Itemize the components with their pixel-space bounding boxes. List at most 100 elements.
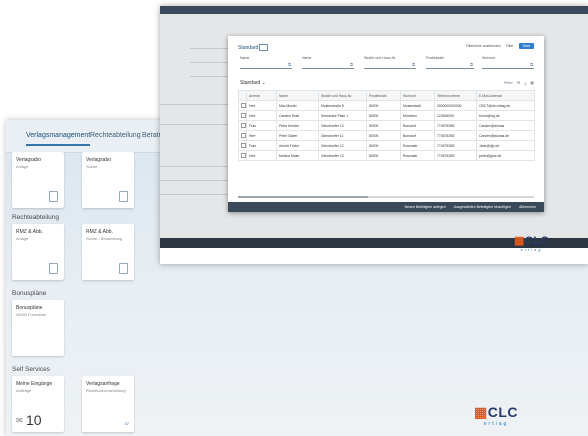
table-cell: Herr bbox=[246, 100, 277, 111]
logo-text: CLC bbox=[487, 404, 519, 420]
table-cell: Borsdorf bbox=[400, 120, 435, 131]
export-icon[interactable]: ⤓ bbox=[524, 80, 526, 85]
filter-input-street[interactable]: ⧉ bbox=[364, 62, 416, 69]
columns-icon[interactable]: ▦ bbox=[530, 80, 534, 85]
tile-meine-eingaenge[interactable]: Meine Eingänge Aufträge ✉ 10 bbox=[12, 376, 64, 432]
filter-link[interactable]: Filter bbox=[506, 44, 514, 48]
table-cell: 7745752BE bbox=[434, 140, 477, 151]
value-help-icon[interactable]: ⧉ bbox=[412, 62, 415, 67]
scrollbar-thumb[interactable] bbox=[238, 196, 368, 198]
filter-input-postcode[interactable]: ⧉ bbox=[426, 62, 474, 69]
table-cell: 80000 bbox=[366, 100, 401, 111]
column-header[interactable]: Telefonnummer bbox=[434, 90, 477, 101]
cancel-button[interactable]: Abbrechen bbox=[519, 205, 536, 209]
table-cell: Herr bbox=[246, 130, 277, 141]
column-header[interactable]: E-Mail-Adresse bbox=[476, 90, 535, 101]
tile-verlagsabo-suche[interactable]: Verlagsabo Suche bbox=[82, 152, 134, 208]
dialog-header-actions: Filterleiste ausblenden Filter Start bbox=[466, 43, 534, 49]
document-icon bbox=[49, 191, 58, 202]
column-header[interactable]: Wohnort bbox=[400, 90, 435, 101]
table-cell: 80000 bbox=[366, 110, 401, 121]
table-header-row: Anrede Name Straße und Haus-Nr. Postleit… bbox=[238, 90, 535, 101]
row-checkbox[interactable] bbox=[238, 130, 247, 141]
tile-title: Verlagsanfrage bbox=[86, 381, 120, 387]
table-cell: Glendroefer 12 bbox=[318, 140, 367, 151]
table-cell: 80000 bbox=[366, 150, 401, 161]
horizontal-scrollbar[interactable] bbox=[238, 196, 534, 198]
table-toolbar: Filter ⚙ ⤓ ▦ bbox=[504, 80, 534, 85]
tile-verlagsanfrage[interactable]: Verlagsanfrage Rückflussverarbeitung 47 bbox=[82, 376, 134, 432]
row-checkbox[interactable] bbox=[238, 140, 247, 151]
hide-filterbar-link[interactable]: Filterleiste ausblenden bbox=[466, 44, 501, 48]
table-cell: CBCT@clc-ertiag.de bbox=[476, 100, 535, 111]
column-header[interactable]: Straße und Haus-Nr. bbox=[318, 90, 367, 101]
filter-input-city[interactable]: ⧉ bbox=[482, 62, 534, 69]
table-row[interactable]: Frau Annett Fricke Glendroefer 12 80000 … bbox=[238, 140, 535, 151]
tile-number: 10 bbox=[26, 412, 42, 428]
tab-verlagsmanagement[interactable]: Verlagsmanagement bbox=[26, 132, 91, 146]
inbox-icon: ✉ bbox=[16, 416, 23, 425]
tile-bonusplaene[interactable]: Bonuspläne ADSB Formulare bbox=[12, 300, 64, 356]
row-checkbox[interactable] bbox=[238, 110, 247, 121]
settings-icon[interactable]: ⚙ bbox=[517, 80, 521, 85]
document-icon bbox=[49, 263, 58, 274]
value-help-icon[interactable]: ⧉ bbox=[350, 62, 353, 67]
table-cell: Frau bbox=[246, 120, 277, 131]
tile-title: Verlagsabo bbox=[16, 157, 42, 163]
column-header[interactable]: Name bbox=[276, 90, 319, 101]
filter-input-anrede[interactable]: ⧉ bbox=[240, 62, 292, 69]
tile-title: RMZ & Abb. bbox=[16, 229, 43, 235]
table-cell: Glendroefer 13 bbox=[318, 150, 367, 161]
table-cell: 7745752BE bbox=[434, 120, 477, 131]
table-cell: 7745752BE bbox=[434, 150, 477, 161]
value-help-icon[interactable]: ⧉ bbox=[288, 62, 291, 67]
tile-title: Meine Eingänge bbox=[16, 381, 53, 387]
create-participant-button[interactable]: Neuen Beteiligten anlegen bbox=[405, 205, 446, 209]
document-icon bbox=[119, 263, 128, 274]
row-checkbox[interactable] bbox=[238, 150, 247, 161]
table-cell: Herr bbox=[246, 150, 277, 161]
row-checkbox[interactable] bbox=[238, 120, 247, 131]
bg-field bbox=[190, 48, 230, 49]
filter-label: Name bbox=[302, 56, 312, 60]
tile-subtitle: Anlage bbox=[16, 236, 29, 241]
add-selected-button[interactable]: Ausgewählten Beteiligten hinzufügen bbox=[454, 205, 511, 209]
variant-selector[interactable]: Standard bbox=[238, 44, 269, 51]
section-title-rechteabteilung: Rechteabteilung bbox=[12, 214, 59, 221]
bg-rule bbox=[160, 194, 228, 195]
table-cell: 80000 bbox=[366, 120, 401, 131]
table-cell: Rosmaier bbox=[400, 150, 435, 161]
tab-rechteabteilung[interactable]: Rechteabteilung bbox=[90, 132, 141, 139]
filter-label: Postleitzahl bbox=[426, 56, 444, 60]
table-row[interactable]: Herr Max Muster Musterstraße 8 80000 Mus… bbox=[238, 100, 535, 111]
table-row[interactable]: Herr Carsten Kratt Seestraße Platz 1 800… bbox=[238, 110, 535, 121]
row-checkbox[interactable] bbox=[238, 100, 247, 111]
table-cell: Jane@rjfp.de bbox=[476, 140, 535, 151]
table-cell: Markus Maier bbox=[276, 150, 319, 161]
table-cell: Annett Fricke bbox=[276, 140, 319, 151]
filter-toolbar-button[interactable]: Filter bbox=[504, 80, 513, 85]
column-header[interactable]: Anrede bbox=[246, 90, 277, 101]
filter-input-name[interactable]: ⧉ bbox=[302, 62, 354, 69]
table-cell: Carsten Kratt bbox=[276, 110, 319, 121]
table-variant-title[interactable]: Standard ⌄ bbox=[240, 80, 266, 86]
table-row[interactable]: Herr Peter Glater Glendroefer 11 80000 B… bbox=[238, 130, 535, 141]
value-help-icon[interactable]: ⧉ bbox=[530, 62, 533, 67]
tile-verlagsabo-anlage[interactable]: Verlagsabo Anlage bbox=[12, 152, 64, 208]
logo-subtext: ertiag bbox=[520, 247, 543, 252]
column-header[interactable]: Postleitzahl bbox=[366, 90, 401, 101]
tile-subtitle: Anlage bbox=[16, 164, 29, 169]
logo-subtext: ertiag bbox=[483, 421, 509, 427]
table-row[interactable]: Frau Petra Kreuter Glendroefer 10 80000 … bbox=[238, 120, 535, 131]
tile-subtitle: Aufträge bbox=[16, 388, 32, 393]
start-button[interactable]: Start bbox=[518, 43, 534, 49]
select-all-checkbox[interactable] bbox=[238, 90, 247, 101]
select-participant-dialog: Standard Filterleiste ausblenden Filter … bbox=[228, 36, 544, 212]
table-row[interactable]: Herr Markus Maier Glendroefer 13 80000 R… bbox=[238, 150, 535, 161]
table-cell: Petra Kreuter bbox=[276, 120, 319, 131]
table-cell: Glendroefer 11 bbox=[318, 130, 367, 141]
value-help-icon[interactable]: ⧉ bbox=[470, 62, 473, 67]
logo-mark-icon: ▦ bbox=[474, 404, 488, 420]
tile-rmz-suche[interactable]: RMZ & Abb. Suche / Bearbeitung bbox=[82, 224, 134, 280]
tile-rmz-anlage[interactable]: RMZ & Abb. Anlage bbox=[12, 224, 64, 280]
